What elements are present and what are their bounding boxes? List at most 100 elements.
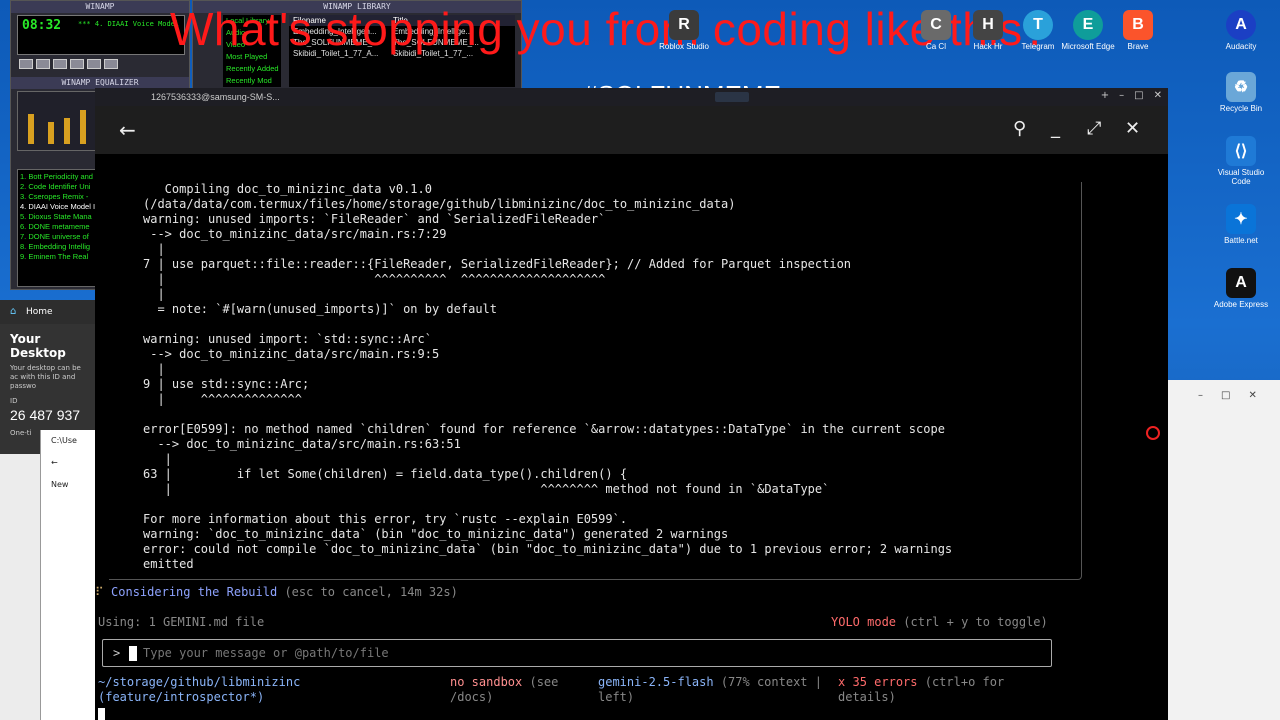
anydesk-id[interactable]: 26 487 937	[10, 407, 90, 423]
back-arrow-icon[interactable]: ←	[119, 120, 136, 140]
telegram-icon: T	[1023, 10, 1053, 40]
pin-icon[interactable]: ⚲	[1013, 120, 1026, 138]
log-line: warning: unused import: `std::sync::Arc`	[143, 332, 432, 346]
playlist-item[interactable]: 6. DONE metameme	[20, 222, 100, 232]
message-input-box[interactable]: >	[102, 639, 1052, 667]
log-line: 7 | use parquet::file::reader::{FileRead…	[143, 257, 852, 271]
desktop-icon-telegram[interactable]: T Telegram	[1010, 10, 1066, 51]
phone-window-bar[interactable]: 1267536333@samsung-SM-S... + – □ ✕	[95, 88, 1168, 106]
footer-path-line: ~/storage/github/libminizinc	[98, 675, 301, 689]
minimize-icon[interactable]: –	[1198, 390, 1203, 401]
roblox-studio-icon: R	[669, 10, 699, 40]
desktop-icon-label: Recycle Bin	[1219, 104, 1263, 113]
mouse-cursor-icon	[1146, 426, 1160, 440]
log-line: --> doc_to_minizinc_data/src/main.rs:63:…	[143, 437, 461, 451]
terminal-window: ← ⚲ _ ⤢ ✕ Compiling doc_to_minizinc_data…	[95, 106, 1168, 720]
pause-button[interactable]	[53, 59, 67, 69]
minimize-icon[interactable]: –	[1119, 90, 1124, 101]
close-icon[interactable]: ✕	[1154, 90, 1162, 101]
desktop-icon-battlenet[interactable]: ✦ Battle.net	[1211, 204, 1271, 245]
phone-window-title: 1267536333@samsung-SM-S...	[151, 92, 280, 102]
desktop-icon-label: Visual Studio Code	[1217, 168, 1265, 186]
background-window: – □ ✕	[1168, 380, 1280, 720]
play-button[interactable]	[36, 59, 50, 69]
maximize-icon[interactable]: □	[1134, 90, 1143, 101]
desktop-icon-adobe-express[interactable]: A Adobe Express	[1211, 268, 1271, 309]
model-context: (77% context |	[713, 675, 822, 689]
close-icon[interactable]: ✕	[1248, 390, 1256, 401]
log-line: |	[143, 242, 165, 256]
add-icon[interactable]: +	[1101, 90, 1109, 101]
desktop-icon-recycle-bin[interactable]: ♻ Recycle Bin	[1211, 72, 1271, 113]
error-count: 35 errors	[852, 675, 918, 689]
eq-slider[interactable]	[80, 110, 86, 144]
sandbox-hint-docs: /docs)	[450, 690, 494, 704]
playlist-item[interactable]: 1. Bott Periodicity and	[20, 172, 100, 182]
desktop-icon-edge[interactable]: E Microsoft Edge	[1060, 10, 1116, 51]
eq-slider[interactable]	[64, 118, 70, 144]
log-line: | ^^^^^^^^^^^^^^	[143, 392, 302, 406]
error-hint: (ctrl+o for	[917, 675, 1005, 689]
winamp-title: WINAMP	[11, 1, 189, 13]
log-line: For more information about this error, t…	[143, 512, 628, 526]
terminal-output[interactable]: Compiling doc_to_minizinc_data v0.1.0 (/d…	[95, 154, 1168, 720]
maximize-icon[interactable]: □	[1221, 390, 1230, 401]
yolo-mode-line: YOLO mode (ctrl + y to toggle)	[831, 615, 1048, 629]
desktop-icon-brave[interactable]: B Brave	[1110, 10, 1166, 51]
playlist-item[interactable]: 8. Embedding Intellig	[20, 242, 100, 252]
model-name: gemini-2.5-flash	[598, 675, 714, 689]
anydesk-home-tab[interactable]: ⌂ Home	[0, 300, 100, 324]
desktop-icon-audacity[interactable]: A Audacity	[1211, 10, 1271, 51]
playlist-item[interactable]: 5. Dioxus State Mana	[20, 212, 100, 222]
prev-button[interactable]	[19, 59, 33, 69]
log-line: 63 | if let Some(children) = field.data_…	[143, 467, 628, 481]
close-icon[interactable]: ✕	[1125, 120, 1140, 138]
winamp-playlist[interactable]: 1. Bott Periodicity and 2. Code Identifi…	[17, 169, 103, 287]
expand-icon[interactable]: ⤢	[1087, 120, 1101, 138]
playlist-item-active[interactable]: 4. DIAAI Voice Model I	[20, 202, 100, 212]
app-icon: C	[921, 10, 951, 40]
log-line: --> doc_to_minizinc_data/src/main.rs:9:5	[143, 347, 440, 361]
next-button[interactable]	[87, 59, 101, 69]
minimize-icon[interactable]: _	[1051, 120, 1060, 138]
log-line: | ^^^^^^^^^^ ^^^^^^^^^^^^^^^^^^^^	[143, 272, 606, 286]
playlist-item[interactable]: 3. Cseropes Remix -	[20, 192, 100, 202]
winamp-controls	[19, 59, 118, 69]
eq-slider[interactable]	[28, 114, 34, 144]
library-tree-item[interactable]: Recently Added	[223, 63, 281, 75]
edge-icon: E	[1073, 10, 1103, 40]
message-input[interactable]	[143, 644, 1023, 662]
explorer-new-button[interactable]: New	[41, 474, 100, 496]
desktop-icon-label: Roblox Studio	[659, 42, 709, 51]
battlenet-icon: ✦	[1226, 204, 1256, 234]
desktop-icon-cacl[interactable]: C Ca Cl	[908, 10, 964, 51]
desktop-icon-roblox-studio[interactable]: R Roblox Studio	[654, 10, 714, 51]
explorer-back-icon[interactable]: ←	[41, 452, 100, 474]
eject-button[interactable]	[104, 59, 118, 69]
desktop-icon-hack[interactable]: H Hack Hr	[960, 10, 1016, 51]
terminal-cursor	[98, 708, 105, 720]
sandbox-label: no sandbox	[450, 675, 523, 689]
file-explorer: C:\Use ← New	[40, 430, 100, 720]
stop-button[interactable]	[70, 59, 84, 69]
library-tree-item[interactable]: Recently Mod	[223, 75, 281, 87]
playlist-item[interactable]: 7. DONE universe of	[20, 232, 100, 242]
log-line: |	[143, 287, 165, 301]
eq-slider[interactable]	[48, 122, 54, 144]
model-context-left: left)	[598, 690, 635, 704]
home-label: Home	[26, 307, 53, 317]
winamp-track: *** 4. DIAAI Voice Model	[78, 20, 180, 28]
playlist-item[interactable]: 2. Code Identifier Uni	[20, 182, 100, 192]
status-line: ⠏ Considering the Rebuild (esc to cancel…	[95, 585, 458, 600]
desktop-icon-label: Telegram	[1021, 42, 1055, 51]
explorer-path[interactable]: C:\Use	[41, 430, 100, 452]
footer-model: gemini-2.5-flash (77% context | left)	[598, 675, 822, 705]
log-line: error[E0599]: no method named `children`…	[143, 422, 945, 436]
playlist-item[interactable]: 9. Eminem The Real	[20, 252, 100, 262]
log-line: (/data/data/com.termux/files/home/storag…	[143, 197, 736, 211]
desktop-icon-vscode[interactable]: ⟨⟩ Visual Studio Code	[1211, 136, 1271, 186]
desktop-icon-label: Ca Cl	[925, 42, 946, 51]
vscode-icon: ⟨⟩	[1226, 136, 1256, 166]
mirror-controls[interactable]	[715, 92, 749, 102]
your-desktop-title: Your Desktop	[10, 332, 66, 360]
